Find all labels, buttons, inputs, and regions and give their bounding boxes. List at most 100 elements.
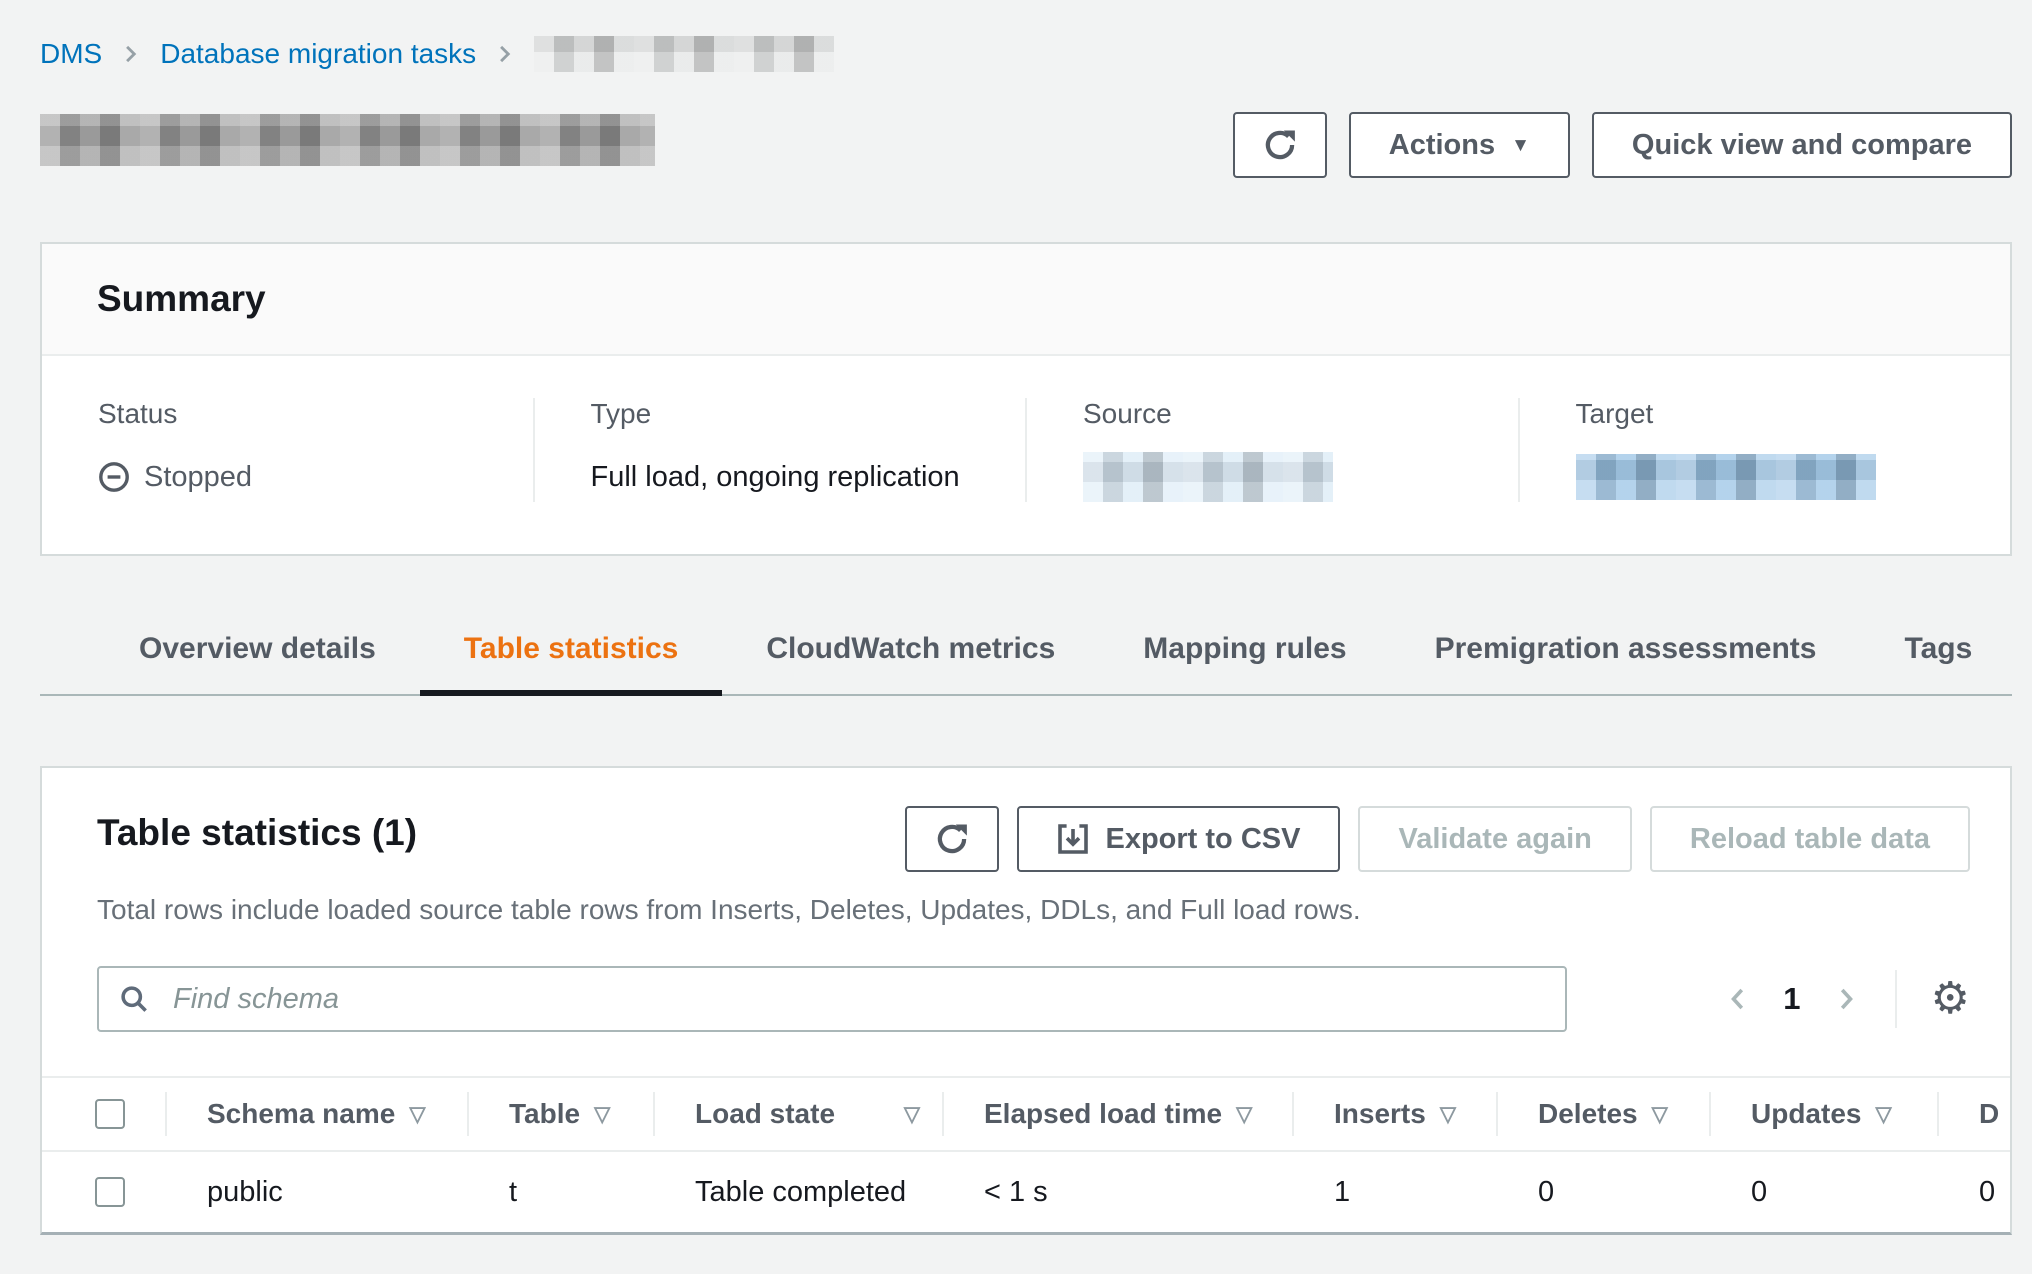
tab-mapping-rules[interactable]: Mapping rules bbox=[1099, 612, 1390, 694]
row-checkbox[interactable] bbox=[95, 1177, 125, 1207]
table-header-row: Schema name ▽ Table ▽ Load state ▽ Elaps… bbox=[42, 1078, 2010, 1150]
refresh-icon bbox=[1263, 128, 1297, 162]
quick-view-compare-button[interactable]: Quick view and compare bbox=[1592, 112, 2012, 178]
table-statistics-title: Table statistics (1) bbox=[97, 812, 417, 854]
source-endpoint-link-redacted[interactable] bbox=[1083, 452, 1333, 502]
settings-gear-icon[interactable]: ⚙ bbox=[1931, 977, 1970, 1021]
validate-again-label: Validate again bbox=[1398, 823, 1591, 856]
tab-bar: Overview details Table statistics CloudW… bbox=[40, 612, 2012, 696]
tab-table-statistics[interactable]: Table statistics bbox=[420, 612, 723, 694]
cell-table: t bbox=[467, 1152, 653, 1232]
export-csv-button[interactable]: Export to CSV bbox=[1017, 806, 1340, 872]
pagination-divider bbox=[1895, 970, 1897, 1028]
actions-button[interactable]: Actions ▼ bbox=[1349, 112, 1570, 178]
table-statistics-description: Total rows include loaded source table r… bbox=[42, 894, 2010, 926]
status-text: Stopped bbox=[144, 461, 252, 494]
export-csv-label: Export to CSV bbox=[1105, 823, 1300, 856]
column-label: Elapsed load time bbox=[984, 1098, 1222, 1130]
column-header-elapsed-load-time[interactable]: Elapsed load time ▽ bbox=[942, 1078, 1292, 1150]
previous-page-button[interactable] bbox=[1723, 984, 1753, 1014]
quick-view-label: Quick view and compare bbox=[1632, 129, 1972, 162]
sort-icon[interactable]: ▽ bbox=[1236, 1102, 1252, 1127]
status-label: Status bbox=[98, 398, 509, 430]
source-label: Source bbox=[1083, 398, 1494, 430]
tab-tags[interactable]: Tags bbox=[1860, 612, 2016, 694]
pagination: 1 ⚙ bbox=[1723, 970, 1970, 1028]
breadcrumb-migration-tasks[interactable]: Database migration tasks bbox=[160, 38, 476, 70]
search-box bbox=[97, 966, 1567, 1032]
column-header-deletes[interactable]: Deletes ▽ bbox=[1496, 1078, 1709, 1150]
chevron-right-icon bbox=[118, 41, 144, 67]
sort-icon[interactable]: ▽ bbox=[1875, 1102, 1891, 1127]
dms-task-page: DMS Database migration tasks Actions bbox=[0, 0, 2032, 1235]
breadcrumb: DMS Database migration tasks bbox=[40, 34, 2012, 74]
column-label: D bbox=[1979, 1098, 1999, 1130]
type-label: Type bbox=[591, 398, 1002, 430]
sort-icon[interactable]: ▽ bbox=[409, 1102, 425, 1127]
column-label: Table bbox=[509, 1098, 580, 1130]
breadcrumb-task-name-redacted bbox=[534, 36, 834, 72]
column-label: Deletes bbox=[1538, 1098, 1638, 1130]
tab-cloudwatch-metrics[interactable]: CloudWatch metrics bbox=[722, 612, 1099, 694]
summary-title: Summary bbox=[97, 278, 1955, 320]
table-statistics-header: Table statistics (1) bbox=[42, 768, 2010, 872]
reload-table-data-label: Reload table data bbox=[1690, 823, 1930, 856]
table-row: public t Table completed < 1 s 1 0 0 0 bbox=[42, 1150, 2010, 1232]
column-label: Updates bbox=[1751, 1098, 1861, 1130]
column-header-table[interactable]: Table ▽ bbox=[467, 1078, 653, 1150]
header-select-all-cell bbox=[42, 1078, 165, 1150]
cell-ddls: 0 bbox=[1937, 1152, 2010, 1232]
row-select-cell bbox=[42, 1152, 165, 1232]
current-page-number[interactable]: 1 bbox=[1779, 981, 1804, 1017]
table-statistics-table: Schema name ▽ Table ▽ Load state ▽ Elaps… bbox=[42, 1076, 2010, 1232]
refresh-button[interactable] bbox=[1233, 112, 1327, 178]
column-header-inserts[interactable]: Inserts ▽ bbox=[1292, 1078, 1496, 1150]
target-label: Target bbox=[1576, 398, 1987, 430]
validate-again-button[interactable]: Validate again bbox=[1358, 806, 1631, 872]
column-header-schema-name[interactable]: Schema name ▽ bbox=[165, 1078, 467, 1150]
summary-target-column: Target bbox=[1518, 398, 2011, 502]
column-label: Load state bbox=[695, 1098, 835, 1130]
table-statistics-actions: Export to CSV Validate again Reload tabl… bbox=[905, 806, 1970, 872]
table-statistics-panel: Table statistics (1) bbox=[40, 766, 2012, 1235]
caret-down-icon: ▼ bbox=[1511, 136, 1530, 155]
download-icon bbox=[1057, 823, 1089, 855]
sort-icon[interactable]: ▽ bbox=[594, 1102, 610, 1127]
type-value: Full load, ongoing replication bbox=[591, 452, 1002, 502]
cell-elapsed-load-time: < 1 s bbox=[942, 1152, 1292, 1232]
cell-schema-name: public bbox=[165, 1152, 467, 1232]
summary-panel-header: Summary bbox=[42, 244, 2010, 356]
sort-icon[interactable]: ▽ bbox=[1652, 1102, 1668, 1127]
column-header-updates[interactable]: Updates ▽ bbox=[1709, 1078, 1937, 1150]
page-title-redacted bbox=[40, 114, 655, 166]
sort-icon[interactable]: ▽ bbox=[1440, 1102, 1456, 1127]
column-label: Schema name bbox=[207, 1098, 395, 1130]
search-icon bbox=[119, 984, 149, 1014]
breadcrumb-dms[interactable]: DMS bbox=[40, 38, 102, 70]
find-schema-input[interactable] bbox=[97, 966, 1567, 1032]
page-header: Actions ▼ Quick view and compare bbox=[40, 102, 2012, 178]
sort-icon[interactable]: ▽ bbox=[904, 1102, 920, 1127]
tab-premigration-assessments[interactable]: Premigration assessments bbox=[1391, 612, 1861, 694]
actions-button-label: Actions bbox=[1389, 129, 1495, 162]
summary-type-column: Type Full load, ongoing replication bbox=[533, 398, 1026, 502]
summary-body: Status Stopped Type Full load, ongoing r… bbox=[42, 356, 2010, 554]
header-actions: Actions ▼ Quick view and compare bbox=[1233, 112, 2012, 178]
column-header-load-state[interactable]: Load state ▽ bbox=[653, 1078, 942, 1150]
summary-source-column: Source bbox=[1025, 398, 1518, 502]
stopped-icon bbox=[98, 461, 130, 493]
table-controls-row: 1 ⚙ bbox=[42, 926, 2010, 1032]
type-text: Full load, ongoing replication bbox=[591, 461, 960, 494]
cell-inserts: 1 bbox=[1292, 1152, 1496, 1232]
chevron-left-icon bbox=[1723, 984, 1753, 1014]
reload-table-data-button[interactable]: Reload table data bbox=[1650, 806, 1970, 872]
chevron-right-icon bbox=[1831, 984, 1861, 1014]
column-label: Inserts bbox=[1334, 1098, 1426, 1130]
select-all-checkbox[interactable] bbox=[95, 1099, 125, 1129]
cell-updates: 0 bbox=[1709, 1152, 1937, 1232]
column-header-ddls-truncated[interactable]: D bbox=[1937, 1078, 2010, 1150]
next-page-button[interactable] bbox=[1831, 984, 1861, 1014]
tab-overview-details[interactable]: Overview details bbox=[95, 612, 420, 694]
table-refresh-button[interactable] bbox=[905, 806, 999, 872]
target-endpoint-link-redacted[interactable] bbox=[1576, 454, 1876, 500]
